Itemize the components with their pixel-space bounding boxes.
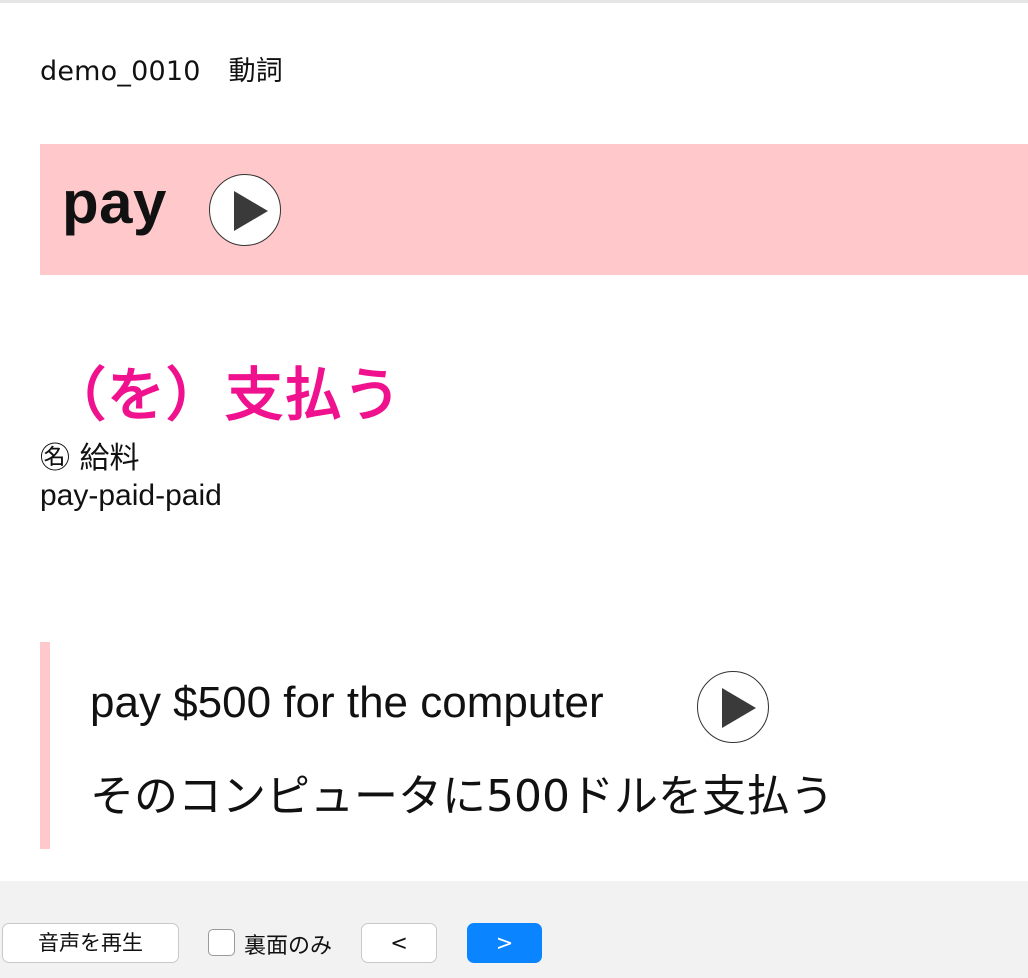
- example-sentence-en: pay $500 for the computer: [90, 678, 604, 727]
- next-button[interactable]: >: [467, 923, 542, 963]
- back-only-checkbox[interactable]: [208, 929, 235, 956]
- play-audio-button[interactable]: 音声を再生: [2, 923, 179, 963]
- word-header: pay: [40, 144, 1028, 275]
- prev-button[interactable]: <: [361, 923, 437, 963]
- card-id: demo_0010: [40, 56, 201, 87]
- meaning: （を）支払う: [48, 361, 403, 429]
- play-icon: [722, 688, 756, 728]
- example-sentence-ja: そのコンピュータに500ドルを支払う: [90, 771, 834, 822]
- flashcard: demo_0010 動詞 pay （を）支払う ㊔ 給料 pay-paid-pai…: [0, 3, 1028, 881]
- part-of-speech: 動詞: [228, 56, 283, 87]
- play-word-audio-button[interactable]: [209, 174, 281, 246]
- play-example-audio-button[interactable]: [697, 671, 769, 743]
- noun-meaning: ㊔ 給料: [40, 441, 140, 476]
- back-only-label[interactable]: 裏面のみ: [244, 928, 332, 960]
- verb-forms: pay-paid-paid: [40, 479, 222, 512]
- headword: pay: [62, 169, 167, 236]
- play-icon: [234, 191, 268, 231]
- card-meta: demo_0010 動詞: [40, 49, 283, 88]
- example-accent-bar: [40, 642, 50, 849]
